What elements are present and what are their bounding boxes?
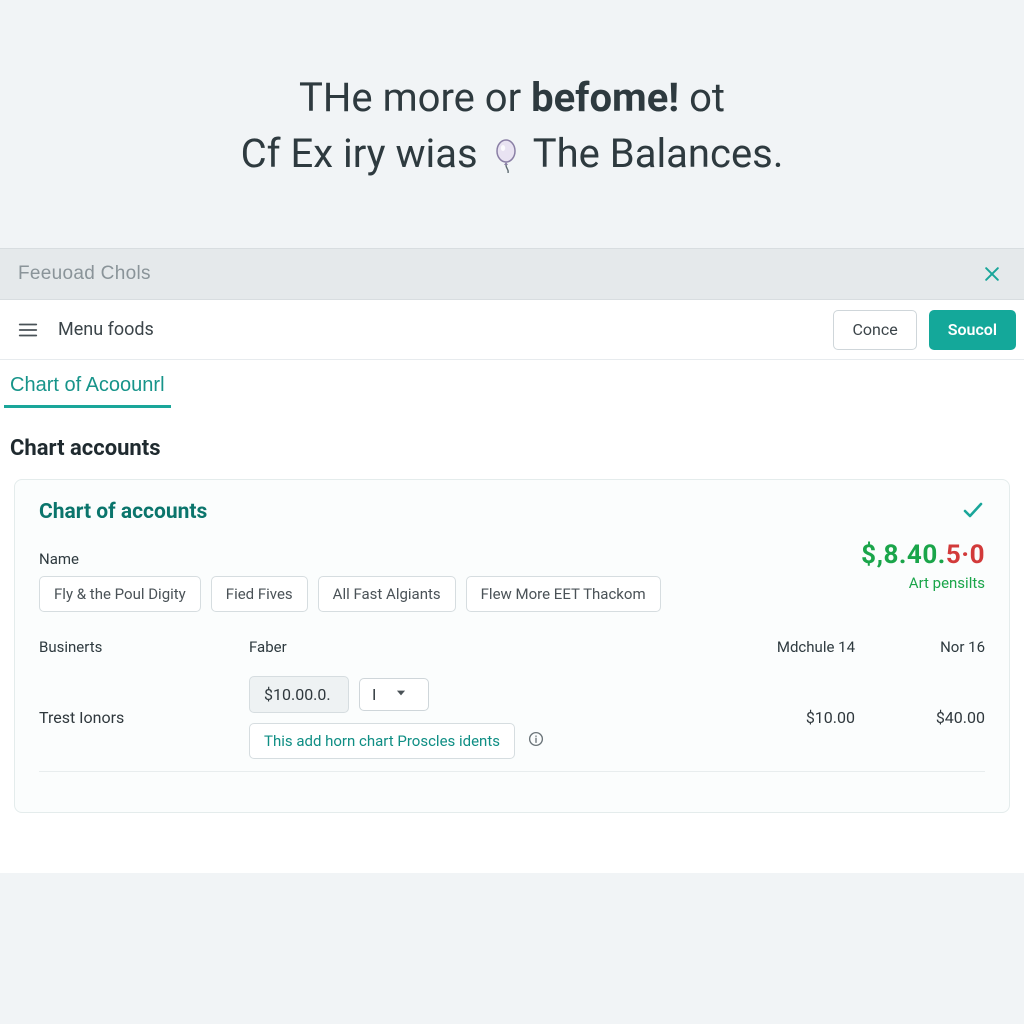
cancel-button[interactable]: Conce — [833, 310, 916, 350]
info-icon[interactable] — [527, 730, 545, 752]
amount-red: 5·0 — [946, 540, 985, 570]
col-header: Businerts — [39, 638, 239, 656]
subheader-bar: Feeuoad Chols — [0, 248, 1024, 300]
check-icon — [961, 498, 985, 526]
chip[interactable]: Flew More EET Thackom — [466, 576, 661, 612]
amount-sublabel: Art pensilts — [815, 574, 985, 592]
col-header: Mdchule 14 — [715, 638, 855, 656]
toolbar-label: Menu foods — [58, 319, 154, 340]
chart-accounts-card: Chart of accounts Name Fly & the Poul Di… — [14, 479, 1010, 813]
hint-link[interactable]: This add horn chart Proscles idents — [249, 723, 515, 759]
menu-icon[interactable] — [10, 312, 46, 348]
hero-line-1: THe more or befome! ot — [40, 70, 984, 126]
row-name: Trest Ionors — [39, 708, 239, 727]
chip-list: Fly & the Poul Digity Fied Fives All Fas… — [39, 576, 801, 612]
hero-bold: befome! — [531, 74, 679, 121]
chip[interactable]: Fied Fives — [211, 576, 308, 612]
chip[interactable]: Fly & the Poul Digity — [39, 576, 201, 612]
faber-select[interactable]: I — [359, 678, 429, 711]
faber-amount-input[interactable]: $10.00.0. — [249, 676, 349, 713]
amount-green: $,8.40. — [861, 540, 946, 570]
subheader-title: Feeuoad Chols — [18, 263, 151, 285]
chip[interactable]: All Fast Algiants — [318, 576, 456, 612]
card-title: Chart of accounts — [39, 500, 207, 524]
hero-text: The Balances. — [533, 130, 784, 177]
hero-text: THe more or — [299, 74, 531, 121]
hero-text: Cf Ex iry wias — [241, 130, 488, 177]
row-col3: $40.00 — [865, 708, 985, 727]
toolbar: Menu foods Conce Soucol — [0, 300, 1024, 360]
tab-row: Chart of Acoounrl — [0, 360, 1024, 408]
submit-button[interactable]: Soucol — [929, 310, 1016, 350]
name-field-label: Name — [39, 540, 801, 576]
row-faber: $10.00.0. I This add horn chart Proscles… — [249, 676, 705, 759]
hero-line-2: Cf Ex iry wias The Balances. — [40, 126, 984, 188]
col-header: Faber — [249, 638, 705, 656]
amount-value: $,8.40.5·0 — [815, 540, 985, 570]
table-header: Businerts Faber Mdchule 14 Nor 16 — [39, 638, 985, 666]
amount-summary: $,8.40.5·0 Art pensilts — [815, 540, 985, 592]
balloon-icon — [492, 132, 520, 188]
section-heading: Chart accounts — [0, 408, 1024, 479]
hero-heading: THe more or befome! ot Cf Ex iry wias Th… — [0, 0, 1024, 248]
tab-chart-of-accounts[interactable]: Chart of Acoounrl — [4, 368, 171, 408]
chevron-down-icon — [394, 685, 408, 704]
row-col2: $10.00 — [715, 708, 855, 727]
hero-text: ot — [679, 74, 725, 121]
accounts-table: Businerts Faber Mdchule 14 Nor 16 Trest … — [39, 638, 985, 772]
close-icon[interactable] — [978, 260, 1006, 288]
table-row: Trest Ionors $10.00.0. I This add horn c… — [39, 666, 985, 772]
col-header: Nor 16 — [865, 638, 985, 656]
select-value: I — [372, 685, 376, 704]
